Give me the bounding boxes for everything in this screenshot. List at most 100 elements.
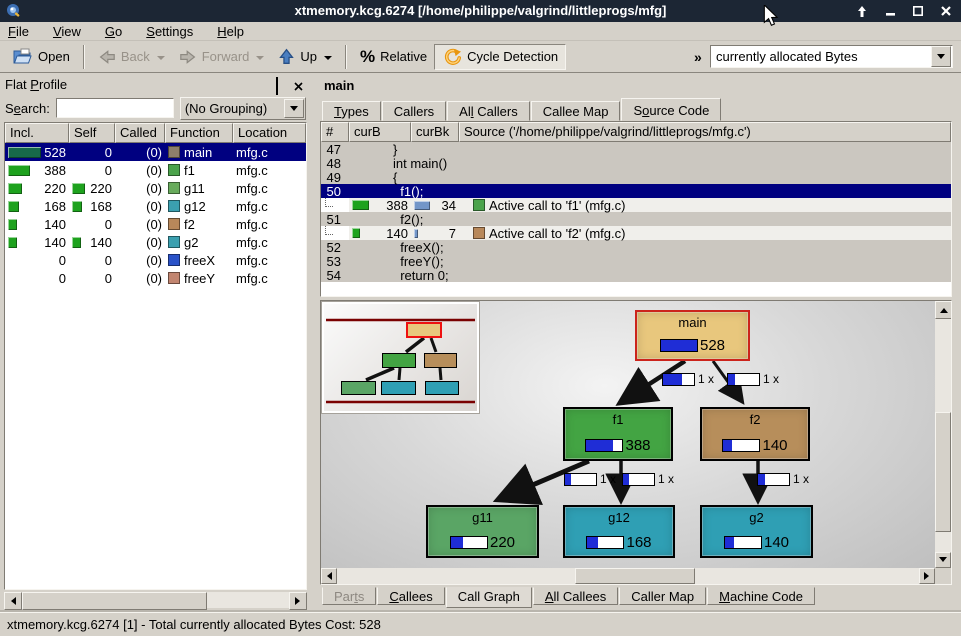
toolbar-overflow-chevron[interactable]: » [694, 49, 702, 65]
event-type-combo[interactable]: currently allocated Bytes [710, 45, 953, 68]
relative-toggle[interactable]: % Relative [353, 44, 434, 70]
grouping-dropdown-icon[interactable] [284, 99, 304, 118]
status-bar: xtmemory.kcg.6274 [1] - Total currently … [0, 612, 961, 636]
tab-types[interactable]: Types [322, 101, 381, 121]
tab-callees[interactable]: Callees [377, 587, 444, 605]
menu-view[interactable]: View [53, 24, 81, 39]
column-header-called[interactable]: Called [115, 123, 165, 143]
tab-callee-map[interactable]: Callee Map [531, 101, 621, 121]
call-graph-panel[interactable]: main 528 f1 388 f2 140 g11 220 g12 168 g… [320, 300, 952, 585]
call-cost-bar [662, 373, 695, 386]
graph-overview-map[interactable] [322, 302, 479, 413]
source-line[interactable]: 47} [321, 142, 951, 156]
scrollbar-thumb[interactable] [22, 592, 207, 610]
function-color-swatch [473, 199, 485, 211]
table-row-f1[interactable]: 388 0 (0) f1 mfg.c [5, 161, 306, 179]
up-button[interactable]: Up [271, 45, 339, 68]
menu-settings[interactable]: Settings [146, 24, 193, 39]
edge-label-f1-g11: 1 x [564, 472, 616, 486]
graph-node-g2[interactable]: g2 140 [700, 505, 813, 558]
source-line[interactable]: 51 f2(); [321, 212, 951, 226]
up-dropdown-caret[interactable] [324, 56, 332, 64]
cost-bar [72, 237, 81, 248]
column-header-self[interactable]: Self [69, 123, 115, 143]
cost-bar [722, 439, 760, 452]
minimize-button[interactable] [883, 4, 897, 18]
column-header-function[interactable]: Function [165, 123, 233, 143]
table-row-g11[interactable]: 220 220 (0) g11 mfg.c [5, 179, 306, 197]
forward-button[interactable]: Forward [172, 46, 272, 68]
table-row-freeY[interactable]: 0 0 (0) freeY mfg.c [5, 269, 306, 287]
tab-callers[interactable]: Callers [382, 101, 446, 121]
scroll-down-icon[interactable] [935, 552, 951, 568]
cost-bar [8, 183, 22, 194]
source-line[interactable]: 53 freeY(); [321, 254, 951, 268]
search-input[interactable] [56, 98, 174, 118]
menu-file[interactable]: File [8, 24, 29, 39]
edge-label-main-f1: 1 x [662, 372, 714, 386]
edge-label-main-f2: 1 x [727, 372, 779, 386]
scroll-left-icon[interactable] [321, 568, 337, 584]
tab-call-graph[interactable]: Call Graph [446, 587, 532, 608]
maximize-button[interactable] [911, 4, 925, 18]
table-row-freeX[interactable]: 0 0 (0) freeX mfg.c [5, 251, 306, 269]
cycle-detection-toggle[interactable]: Cycle Detection [434, 44, 566, 70]
scrollbar-thumb[interactable] [575, 568, 695, 584]
tab-all-callees[interactable]: All Callees [533, 587, 618, 605]
back-dropdown-caret[interactable] [157, 56, 165, 64]
column-header-source[interactable]: Source ('/home/philippe/valgrind/littlep… [459, 122, 951, 142]
dock-float-icon[interactable] [276, 79, 288, 90]
tab-machine-code[interactable]: Machine Code [707, 587, 815, 605]
cost-bar [352, 228, 360, 238]
scroll-right-icon[interactable] [289, 592, 307, 610]
column-header-location[interactable]: Location [233, 123, 306, 143]
application-window: xtmemory.kcg.6274 [/home/philippe/valgri… [0, 0, 961, 636]
flat-profile-table: Incl. Self Called Function Location 528 … [4, 122, 307, 590]
tab-parts[interactable]: Parts [322, 587, 376, 605]
call-cost-bar [622, 473, 655, 486]
vertical-splitter[interactable] [308, 73, 320, 612]
source-call-row-f2[interactable]: 140 7 Active call to 'f2' (mfg.c) [321, 226, 951, 240]
column-header-incl[interactable]: Incl. [5, 123, 69, 143]
status-text: xtmemory.kcg.6274 [1] - Total currently … [7, 617, 381, 632]
open-button[interactable]: Open [6, 45, 77, 68]
scroll-right-icon[interactable] [919, 568, 935, 584]
flat-profile-hscrollbar[interactable] [4, 592, 307, 608]
table-row-g12[interactable]: 168 168 (0) g12 mfg.c [5, 197, 306, 215]
scroll-up-icon[interactable] [935, 301, 952, 319]
graph-node-main[interactable]: main 528 [635, 310, 750, 361]
source-call-row-f1[interactable]: 388 34 Active call to 'f1' (mfg.c) [321, 198, 951, 212]
table-row-main[interactable]: 528 0 (0) main mfg.c [5, 143, 306, 161]
combo-dropdown-icon[interactable] [931, 46, 951, 67]
grouping-combo[interactable]: (No Grouping) [180, 97, 306, 120]
source-line[interactable]: 49{ [321, 170, 951, 184]
menu-go[interactable]: Go [105, 24, 122, 39]
forward-dropdown-caret[interactable] [256, 56, 264, 64]
dock-close-icon[interactable] [294, 79, 306, 90]
tab-all-callers[interactable]: All Callers [447, 101, 530, 121]
source-line[interactable]: 54 return 0; [321, 268, 951, 282]
table-row-g2[interactable]: 140 140 (0) g2 mfg.c [5, 233, 306, 251]
graph-node-g12[interactable]: g12 168 [563, 505, 675, 558]
source-line[interactable]: 52 freeX(); [321, 240, 951, 254]
column-header-curb[interactable]: curB [349, 122, 411, 142]
keep-above-button[interactable] [855, 4, 869, 18]
column-header-line[interactable]: # [321, 122, 349, 142]
column-header-curbk[interactable]: curBk [411, 122, 459, 142]
back-button[interactable]: Back [91, 46, 172, 68]
graph-hscrollbar[interactable] [321, 568, 935, 584]
table-row-f2[interactable]: 140 0 (0) f2 mfg.c [5, 215, 306, 233]
source-line-selected[interactable]: 50 f1(); [321, 184, 951, 198]
tab-source-code[interactable]: Source Code [621, 98, 721, 121]
tab-caller-map[interactable]: Caller Map [619, 587, 706, 605]
close-button[interactable] [939, 4, 953, 18]
scrollbar-thumb[interactable] [935, 412, 951, 532]
scroll-left-icon[interactable] [4, 592, 22, 610]
graph-node-g11[interactable]: g11 220 [426, 505, 539, 558]
graph-node-f1[interactable]: f1 388 [563, 407, 673, 461]
source-line[interactable]: 48int main() [321, 156, 951, 170]
function-color-swatch [168, 272, 180, 284]
graph-node-f2[interactable]: f2 140 [700, 407, 810, 461]
graph-vscrollbar[interactable] [935, 301, 951, 568]
menu-help[interactable]: Help [217, 24, 244, 39]
